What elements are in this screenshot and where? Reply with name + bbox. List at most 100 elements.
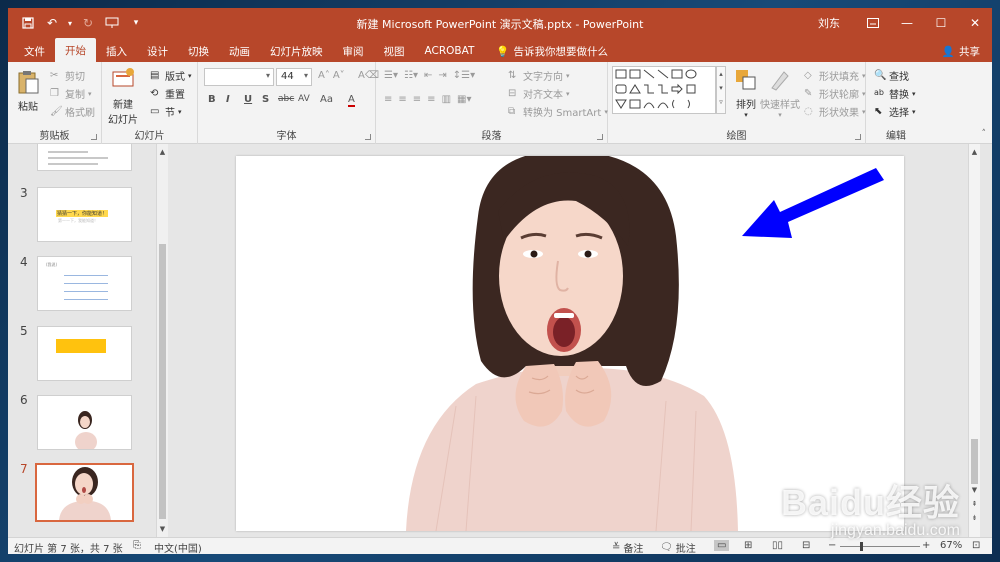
font-color-button[interactable]: A	[348, 94, 355, 107]
paste-button[interactable]: 粘贴	[14, 68, 42, 113]
italic-button[interactable]: I	[226, 94, 230, 105]
shadow-button[interactable]: S	[262, 94, 269, 105]
slide-thumbnail-7[interactable]	[35, 463, 134, 522]
maximize-icon[interactable]: ☐	[924, 8, 958, 38]
minimize-icon[interactable]: —	[890, 8, 924, 38]
ribbon-display-options-icon[interactable]	[856, 8, 890, 38]
user-name[interactable]: 刘东	[818, 15, 840, 31]
grow-shrink-font[interactable]: A˄ A˅	[318, 70, 345, 81]
shapes-gallery-scroll[interactable]: ▴ ▾ ▿	[716, 66, 726, 114]
find-button[interactable]: 🔍 查找	[874, 68, 909, 84]
justify-icon[interactable]: ≡	[427, 94, 435, 105]
save-icon[interactable]	[18, 13, 38, 33]
share-button[interactable]: 👤 共享	[930, 40, 992, 62]
section-button[interactable]: ▭ 节 ▾	[150, 104, 182, 120]
font-launcher-icon[interactable]	[365, 134, 371, 140]
reset-button[interactable]: ⟲ 重置	[150, 86, 185, 102]
align-center-icon[interactable]: ≡	[398, 94, 406, 105]
tab-review[interactable]: 审阅	[333, 40, 374, 62]
tab-animations[interactable]: 动画	[219, 40, 260, 62]
font-size-combo[interactable]: 44	[276, 68, 312, 86]
editor-scroll-down-icon[interactable]: ▼	[969, 484, 980, 496]
align-left-icon[interactable]: ≡	[384, 94, 392, 105]
drawing-launcher-icon[interactable]	[855, 134, 861, 140]
line-spacing-icon[interactable]: ↕☰▾	[453, 70, 475, 81]
zoom-out-icon[interactable]: −	[828, 540, 836, 551]
char-spacing-button[interactable]: AV	[298, 94, 310, 104]
smartart-button[interactable]: ⧉ 转换为 SmartArt ▾	[508, 104, 608, 120]
tab-view[interactable]: 视图	[374, 40, 415, 62]
bullets-icon[interactable]: ☰▾	[384, 70, 398, 81]
shape-effects-button[interactable]: ◌ 形状效果 ▾	[804, 104, 866, 120]
underline-button[interactable]: U	[244, 94, 252, 105]
zoom-in-icon[interactable]: +	[922, 540, 930, 551]
slide-sorter-view-icon[interactable]: ⊞	[744, 540, 752, 551]
editor-scroll-thumb[interactable]	[971, 439, 978, 484]
increase-indent-icon[interactable]: ⇥	[438, 70, 446, 81]
language-status[interactable]: 中文(中国)	[154, 540, 202, 554]
strikethrough-button[interactable]: abc	[278, 94, 294, 104]
tab-slideshow[interactable]: 幻灯片放映	[260, 40, 333, 62]
zoom-level[interactable]: 67%	[940, 540, 962, 551]
shape-outline-button[interactable]: ✎ 形状轮廓 ▾	[804, 86, 866, 102]
slideshow-view-icon[interactable]: ⊟	[802, 540, 810, 551]
slide-thumbnail-2[interactable]	[37, 144, 132, 171]
format-painter-button[interactable]: 🖌 格式刷	[50, 104, 95, 120]
decrease-indent-icon[interactable]: ⇤	[424, 70, 432, 81]
slide-thumbnail-3[interactable]: 猜猜一下，你能知道！ 第一一下，我能知道！	[37, 187, 132, 242]
arrange-button[interactable]: 排列 ▾	[732, 66, 760, 119]
grow-font-icon[interactable]: A˄	[318, 70, 330, 81]
reading-view-icon[interactable]: ▯▯	[772, 540, 783, 551]
new-slide-button[interactable]: 新建 幻灯片	[108, 66, 138, 126]
redo-icon[interactable]: ↻	[78, 13, 98, 33]
align-text-button[interactable]: ⊟ 对齐文本 ▾	[508, 86, 570, 102]
slide-thumbnail-5[interactable]	[37, 326, 132, 381]
editor-scrollbar[interactable]: ▲ ▼ ⇞ ⇟	[968, 144, 980, 537]
tab-home[interactable]: 开始	[55, 38, 96, 62]
select-button[interactable]: ⬉ 选择 ▾	[874, 104, 916, 120]
text-direction-button[interactable]: ⇅ 文字方向 ▾	[508, 68, 570, 84]
notes-button[interactable]: ≚ 备注	[612, 540, 643, 554]
thumbnails-scrollbar[interactable]: ▲ ▼	[156, 144, 168, 537]
paragraph-launcher-icon[interactable]	[597, 134, 603, 140]
next-slide-icon[interactable]: ⇟	[969, 512, 980, 524]
shape-fill-button[interactable]: ◇ 形状填充 ▾	[804, 68, 866, 84]
change-case-button[interactable]: Aa	[320, 94, 333, 105]
zoom-slider-track[interactable]	[840, 546, 920, 547]
tab-file[interactable]: 文件	[14, 40, 55, 62]
customize-qat-icon[interactable]: ▾	[126, 13, 146, 33]
font-name-combo[interactable]	[204, 68, 274, 86]
distributed-icon[interactable]: ▥	[442, 94, 451, 105]
tab-acrobat[interactable]: ACROBAT	[415, 40, 485, 62]
slide-thumbnail-6[interactable]	[37, 395, 132, 450]
slide-thumbnail-4[interactable]: (我说)	[37, 256, 132, 311]
align-right-icon[interactable]: ≡	[413, 94, 421, 105]
quick-styles-button[interactable]: 快速样式 ▾	[760, 66, 800, 119]
spellcheck-icon[interactable]: ⎘	[133, 540, 141, 551]
collapse-ribbon-icon[interactable]: ˄	[982, 129, 987, 139]
columns-icon[interactable]: ▦▾	[457, 94, 471, 105]
tell-me-search[interactable]: 💡 告诉我你想要做什么	[484, 40, 620, 62]
scroll-up-icon[interactable]: ▲	[157, 146, 168, 158]
numbering-icon[interactable]: ☷▾	[404, 70, 418, 81]
comments-button[interactable]: 🗨 批注	[660, 540, 696, 554]
tab-transitions[interactable]: 切换	[178, 40, 219, 62]
replace-button[interactable]: ab 替换 ▾	[874, 86, 916, 102]
editor-scroll-up-icon[interactable]: ▲	[969, 146, 980, 158]
thumbnails-scroll-thumb[interactable]	[159, 244, 166, 519]
undo-icon[interactable]: ↶	[42, 13, 62, 33]
normal-view-icon[interactable]: ▭	[714, 540, 730, 551]
undo-dropdown-icon[interactable]: ▾	[66, 13, 74, 33]
shapes-gallery[interactable]	[612, 66, 716, 114]
layout-button[interactable]: ▤ 版式 ▾	[150, 68, 192, 84]
close-icon[interactable]: ✕	[958, 8, 992, 38]
scroll-down-icon[interactable]: ▼	[157, 523, 168, 535]
tab-design[interactable]: 设计	[137, 40, 178, 62]
bold-button[interactable]: B	[208, 94, 216, 105]
fit-to-window-icon[interactable]: ⊡	[972, 540, 980, 551]
previous-slide-icon[interactable]: ⇞	[969, 498, 980, 510]
slideshow-start-icon[interactable]	[102, 13, 122, 33]
cut-button[interactable]: ✂ 剪切	[50, 68, 85, 84]
zoom-slider-thumb[interactable]	[860, 542, 863, 551]
copy-button[interactable]: ❐ 复制 ▾	[50, 86, 92, 102]
